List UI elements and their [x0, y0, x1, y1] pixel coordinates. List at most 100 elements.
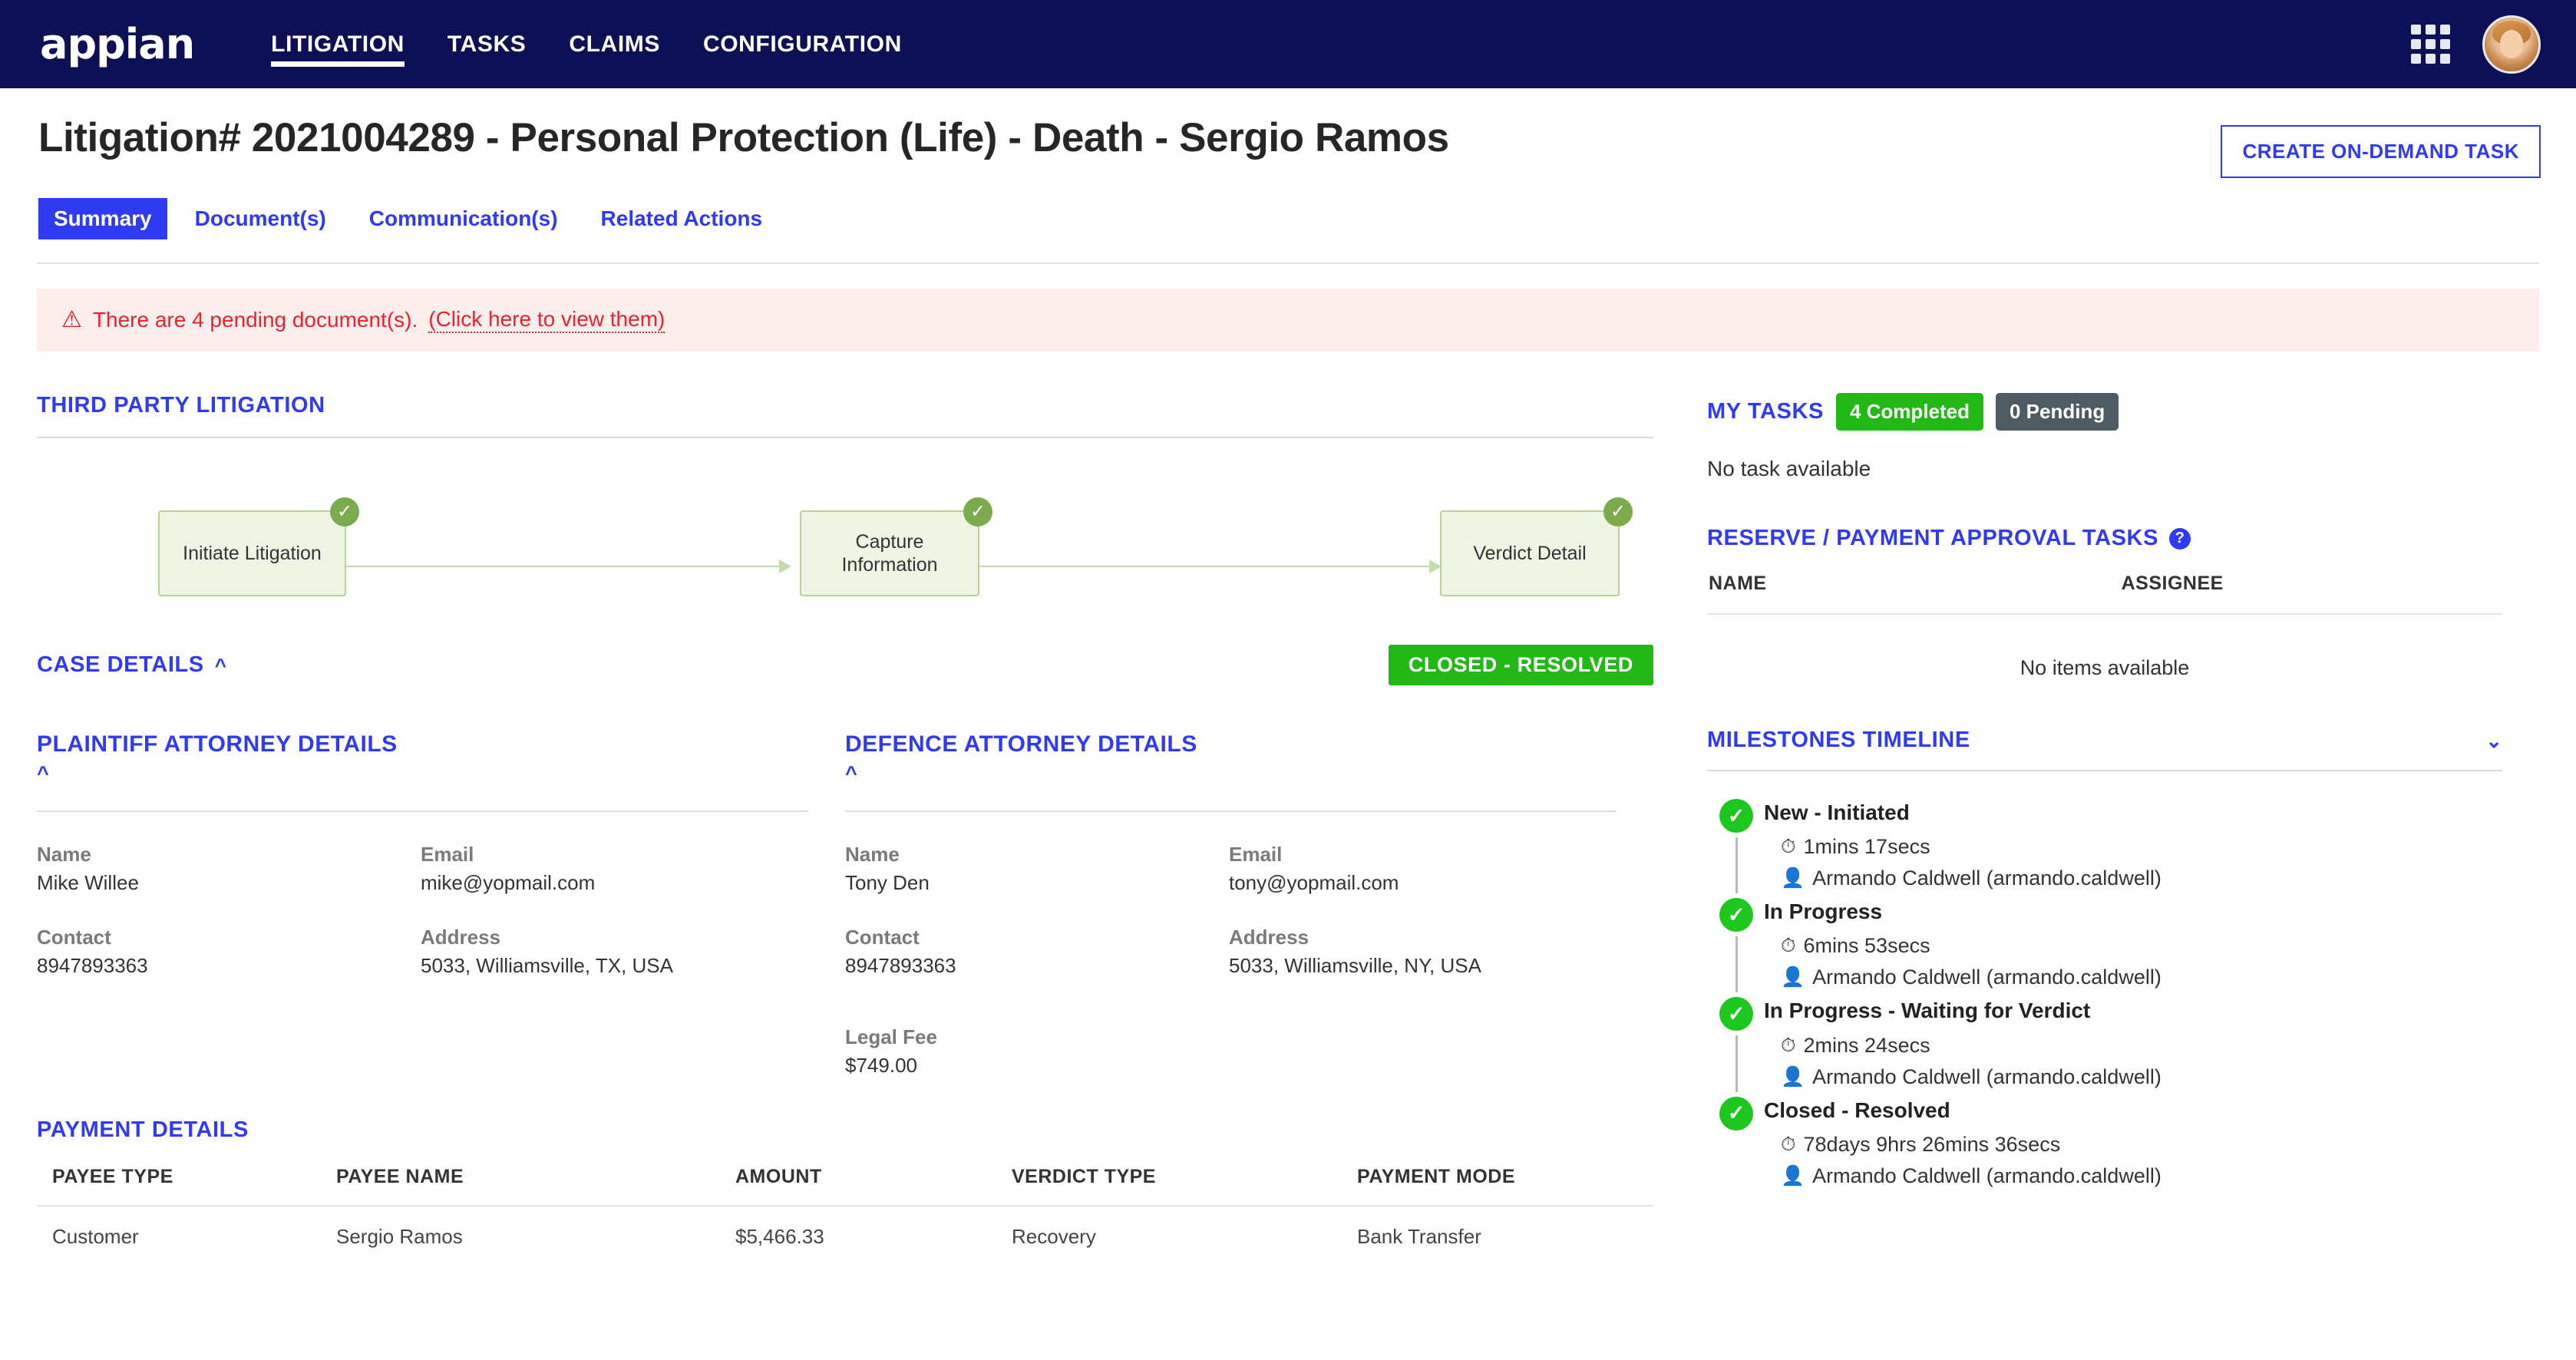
- timeline-item: ✓ Closed - Resolved ⏱ 78days 9hrs 26mins…: [1707, 1095, 2502, 1194]
- cell-payee-name: Sergio Ramos: [336, 1224, 463, 1248]
- defence-attorney-section: DEFENCE ATTORNEY DETAILS ^ Name Tony Den…: [845, 730, 1653, 1078]
- nav-link-configuration[interactable]: CONFIGURATION: [682, 0, 923, 88]
- chevron-up-icon[interactable]: ^: [215, 655, 227, 675]
- status-badge: CLOSED - RESOLVED: [1388, 645, 1653, 685]
- column-verdict-type: VERDICT TYPE: [1012, 1165, 1357, 1207]
- field-plaintiff-address: Address 5033, Williamsville, TX, USA: [421, 926, 804, 978]
- flow-node-label: Capture Information: [841, 531, 938, 576]
- timeline-user: 👤 Armando Caldwell (armando.caldwell): [1764, 966, 2502, 989]
- field-plaintiff-email: Email mike@yopmail.com: [421, 843, 804, 895]
- reserve-payment-tasks-table: NAME ASSIGNEE: [1707, 571, 2502, 613]
- nav-link-litigation[interactable]: LITIGATION: [249, 0, 426, 88]
- timeline-item: ✓ In Progress ⏱ 6mins 53secs 👤 Armando C…: [1707, 896, 2502, 995]
- help-circle-icon[interactable]: ?: [2169, 527, 2191, 550]
- field-label: Email: [1229, 842, 1283, 866]
- column-assignee: ASSIGNEE: [2121, 573, 2224, 594]
- timeline-user: 👤 Armando Caldwell (armando.caldwell): [1764, 867, 2502, 890]
- timeline-connector: [1735, 1035, 1738, 1092]
- timeline-connector: [1735, 837, 1738, 894]
- clock-icon: ⏱: [1781, 1034, 1796, 1056]
- flow-node-label: Initiate Litigation: [183, 543, 322, 564]
- chevron-up-icon[interactable]: ^: [37, 762, 49, 786]
- person-icon: 👤: [1781, 867, 1805, 890]
- reserve-payment-tasks-section: RESERVE / PAYMENT APPROVAL TASKS ? NAME …: [1707, 526, 2502, 680]
- main-nav: LITIGATION TASKS CLAIMS CONFIGURATION: [249, 0, 923, 88]
- timeline-user-text: Armando Caldwell (armando.caldwell): [1812, 867, 2162, 890]
- timeline-title: New - Initiated: [1764, 800, 1910, 824]
- field-defence-contact: Contact 8947893363: [845, 926, 1229, 978]
- timeline-duration: ⏱ 78days 9hrs 26mins 36secs: [1764, 1133, 2502, 1157]
- flow-node-capture-information[interactable]: Capture Information ✓: [800, 497, 992, 596]
- completed-tasks-badge[interactable]: 4 Completed: [1835, 393, 1983, 431]
- litigation-flow-diagram: Initiate Litigation ✓ Capture Informatio…: [37, 475, 1653, 609]
- field-value: Tony Den: [845, 870, 930, 894]
- timeline-user-text: Armando Caldwell (armando.caldwell): [1812, 1164, 2162, 1187]
- avatar[interactable]: [2482, 15, 2541, 74]
- milestones-timeline-list: ✓ New - Initiated ⏱ 1mins 17secs 👤 Arman…: [1707, 797, 2502, 1194]
- flow-connector: [346, 560, 791, 573]
- navbar-right: [2411, 15, 2541, 74]
- nav-link-tasks[interactable]: TASKS: [426, 0, 547, 88]
- header-divider: [37, 262, 2539, 264]
- case-details-heading: CASE DETAILS ^: [37, 652, 227, 678]
- timeline-duration: ⏱ 2mins 24secs: [1764, 1034, 2502, 1058]
- left-column: THIRD PARTY LITIGATION Initiate Litigati…: [37, 352, 1687, 1249]
- nav-link-claims[interactable]: CLAIMS: [547, 0, 682, 88]
- field-defence-name: Name Tony Den: [845, 843, 1229, 895]
- cell-amount: $5,466.33: [735, 1224, 824, 1248]
- clock-icon: ⏱: [1781, 1133, 1796, 1155]
- field-label: Name: [845, 842, 900, 866]
- timeline-duration-text: 6mins 53secs: [1803, 934, 1930, 958]
- field-label: Contact: [37, 925, 111, 949]
- timeline-duration-text: 2mins 24secs: [1803, 1033, 1930, 1057]
- flow-connector: [979, 560, 1442, 573]
- timeline-title: In Progress: [1764, 900, 1883, 924]
- column-amount: AMOUNT: [735, 1165, 1012, 1207]
- field-label: Legal Fee: [845, 1025, 937, 1048]
- field-plaintiff-contact: Contact 8947893363: [37, 926, 421, 978]
- chevron-down-icon[interactable]: ⌄: [2485, 731, 2502, 751]
- pending-documents-alert: ⚠ There are 4 pending document(s). (Clic…: [37, 289, 2539, 352]
- payment-details-heading: PAYMENT DETAILS: [37, 1117, 249, 1142]
- my-tasks-section: MY TASKS 4 Completed 0 Pending No task a…: [1707, 393, 2502, 481]
- timeline-user-text: Armando Caldwell (armando.caldwell): [1812, 966, 2162, 989]
- cell-payment-mode: Bank Transfer: [1357, 1224, 1481, 1248]
- case-details-label: CASE DETAILS: [37, 652, 204, 677]
- timeline-item: ✓ New - Initiated ⏱ 1mins 17secs 👤 Arman…: [1707, 797, 2502, 896]
- alert-view-documents-link[interactable]: (Click here to view them): [428, 307, 665, 333]
- reserve-payment-tasks-label: RESERVE / PAYMENT APPROVAL TASKS: [1707, 526, 2159, 550]
- tab-related-actions[interactable]: Related Actions: [586, 198, 778, 239]
- check-circle-icon: ✓: [330, 497, 359, 527]
- tab-documents[interactable]: Document(s): [180, 198, 342, 239]
- table-header-row: NAME ASSIGNEE: [1709, 573, 2501, 612]
- tab-communications[interactable]: Communication(s): [354, 198, 573, 239]
- third-party-litigation-section: THIRD PARTY LITIGATION Initiate Litigati…: [37, 393, 1653, 609]
- column-payee-name: PAYEE NAME: [336, 1165, 735, 1207]
- person-icon: 👤: [1781, 966, 1805, 989]
- field-value: 8947893363: [845, 953, 956, 977]
- flow-node-initiate-litigation[interactable]: Initiate Litigation ✓: [158, 497, 359, 596]
- appian-logo[interactable]: appian: [40, 23, 195, 65]
- check-circle-icon: ✓: [1719, 898, 1753, 933]
- payment-details-section: PAYMENT DETAILS PAYEE TYPE PAYEE NAME AM…: [37, 1117, 1653, 1249]
- flow-node-verdict-detail[interactable]: Verdict Detail ✓: [1440, 497, 1633, 596]
- field-value: Mike Willee: [37, 870, 139, 894]
- apps-grid-icon[interactable]: [2411, 25, 2450, 64]
- timeline-user-text: Armando Caldwell (armando.caldwell): [1812, 1065, 2162, 1088]
- attorney-details: PLAINTIFF ATTORNEY DETAILS ^ Name Mike W…: [37, 730, 1653, 1078]
- table-header-row: PAYEE TYPE PAYEE NAME AMOUNT VERDICT TYP…: [37, 1165, 1653, 1207]
- clock-icon: ⏱: [1781, 935, 1796, 957]
- reserve-payment-tasks-empty-text: No items available: [2020, 656, 2190, 679]
- warning-triangle-icon: ⚠: [61, 307, 82, 332]
- check-circle-icon: ✓: [1719, 1096, 1753, 1131]
- tab-summary[interactable]: Summary: [38, 198, 167, 239]
- field-label: Contact: [845, 925, 920, 949]
- table-row[interactable]: Customer Sergio Ramos $5,466.33 Recovery…: [37, 1206, 1653, 1249]
- create-on-demand-task-button[interactable]: CREATE ON-DEMAND TASK: [2221, 125, 2541, 178]
- plaintiff-attorney-heading: PLAINTIFF ATTORNEY DETAILS: [37, 731, 398, 757]
- third-party-litigation-heading: THIRD PARTY LITIGATION: [37, 393, 325, 418]
- chevron-up-icon[interactable]: ^: [845, 762, 857, 786]
- field-defence-email: Email tony@yopmail.com: [1229, 843, 1613, 895]
- column-payment-mode: PAYMENT MODE: [1357, 1165, 1653, 1207]
- pending-tasks-badge[interactable]: 0 Pending: [1996, 393, 2119, 431]
